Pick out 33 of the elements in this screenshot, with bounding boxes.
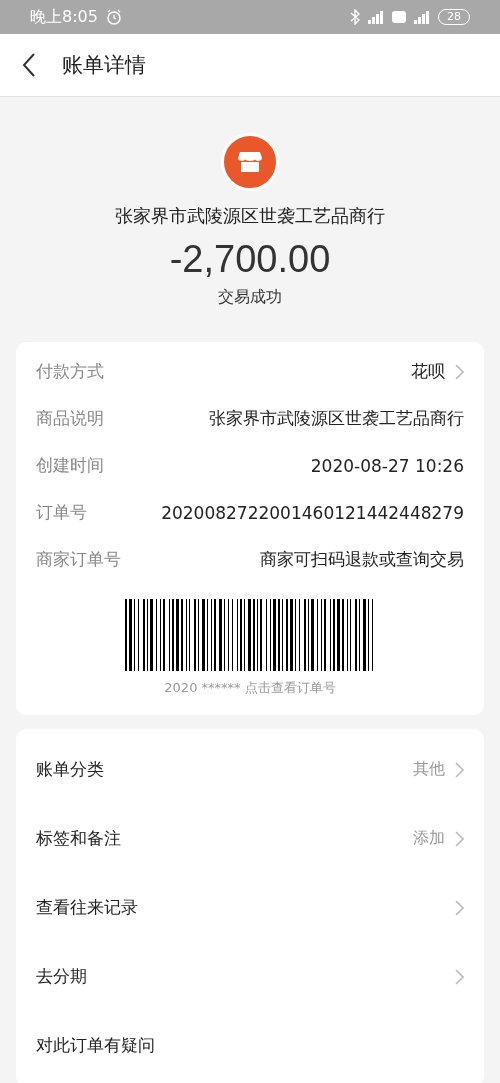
detail-value: 2020082722001460121442448279 bbox=[161, 502, 464, 523]
action-row[interactable]: 账单分类 其他 bbox=[16, 735, 484, 804]
detail-label: 付款方式 bbox=[36, 360, 104, 383]
action-label: 查看往来记录 bbox=[36, 896, 138, 919]
action-value: 其他 bbox=[413, 759, 445, 780]
amount: -2,700.00 bbox=[169, 238, 331, 281]
bluetooth-icon bbox=[350, 9, 360, 25]
action-label: 去分期 bbox=[36, 965, 87, 988]
detail-value: 张家界市武陵源区世袭工艺品商行 bbox=[209, 407, 464, 430]
action-row[interactable]: 标签和备注 添加 bbox=[16, 804, 484, 873]
action-row[interactable]: 查看往来记录 bbox=[16, 873, 484, 942]
detail-value: 商家可扫码退款或查询交易 bbox=[260, 548, 464, 571]
detail-label: 商家订单号 bbox=[36, 548, 121, 571]
action-label: 对此订单有疑问 bbox=[36, 1034, 155, 1057]
detail-value[interactable]: 花呗 bbox=[411, 360, 445, 383]
detail-value: 2020-08-27 10:26 bbox=[310, 455, 464, 476]
action-value: 添加 bbox=[413, 828, 445, 849]
alarm-icon bbox=[105, 9, 122, 25]
detail-label: 创建时间 bbox=[36, 454, 104, 477]
status-time: 晚上8:05 bbox=[30, 6, 98, 28]
signal-icon bbox=[414, 10, 430, 24]
signal-icon bbox=[368, 10, 384, 24]
transaction-status: 交易成功 bbox=[218, 287, 282, 308]
merchant-name: 张家界市武陵源区世袭工艺品商行 bbox=[115, 204, 385, 228]
barcode-drawing[interactable] bbox=[125, 599, 375, 671]
hd-icon bbox=[392, 11, 406, 23]
action-row[interactable]: 去分期 bbox=[16, 942, 484, 1011]
detail-label: 订单号 bbox=[36, 501, 87, 524]
action-label: 标签和备注 bbox=[36, 827, 121, 850]
detail-label: 商品说明 bbox=[36, 407, 104, 430]
page-title: 账单详情 bbox=[62, 52, 146, 79]
action-label: 账单分类 bbox=[36, 758, 104, 781]
action-row[interactable]: 对此订单有疑问 bbox=[16, 1011, 484, 1080]
